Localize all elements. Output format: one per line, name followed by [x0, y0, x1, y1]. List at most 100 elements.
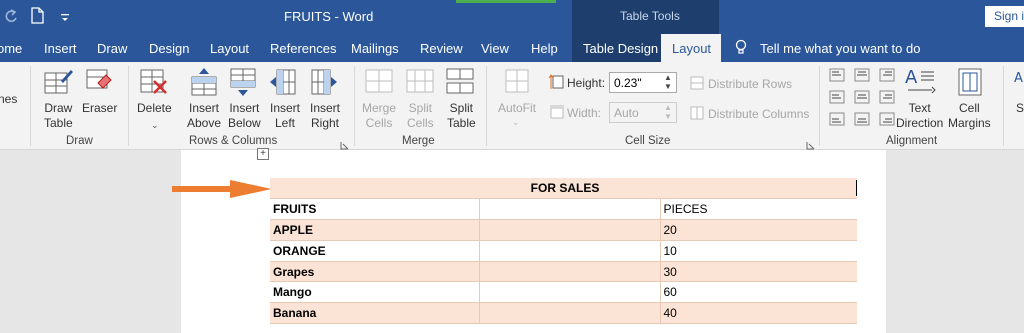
height-label: Height: — [567, 76, 606, 90]
table-cell[interactable]: 40 — [660, 302, 857, 325]
draw-table-icon[interactable] — [43, 67, 73, 102]
tab-layout-active[interactable]: Layout — [661, 34, 721, 62]
table-cell[interactable]: ORANGE — [270, 240, 480, 262]
table-cell[interactable] — [479, 281, 661, 304]
insert-right-line2: Right — [311, 116, 340, 130]
tab-review[interactable]: Review — [420, 41, 463, 56]
table-cell[interactable]: FRUITS — [270, 198, 480, 221]
draw-table-label: Draw Table — [44, 101, 73, 131]
draw-table-line2: Table — [44, 116, 73, 130]
split-cells-line2: Cells — [407, 116, 434, 130]
gridlines-label-clipped[interactable]: nes — [0, 92, 17, 107]
split-table-label: Split Table — [447, 101, 476, 131]
insert-right-label: Insert Right — [310, 101, 340, 131]
cell-margins-icon[interactable] — [957, 67, 983, 102]
table-cell[interactable] — [479, 219, 661, 241]
table-cell[interactable]: 20 — [660, 219, 857, 241]
table-cell[interactable] — [479, 240, 661, 262]
insert-below-label: Insert Below — [228, 101, 261, 131]
insert-below-line2: Below — [228, 116, 261, 130]
tab-insert[interactable]: Insert — [44, 41, 77, 56]
tab-table-design[interactable]: Table Design — [583, 41, 658, 56]
split-table-line1: Split — [449, 101, 474, 115]
sign-in-button[interactable]: Sign i — [985, 6, 1024, 27]
tab-design[interactable]: Design — [149, 41, 189, 56]
eraser-icon[interactable] — [86, 67, 112, 98]
table-cell[interactable]: APPLE — [270, 219, 480, 241]
tab-layout-doc[interactable]: Layout — [210, 41, 249, 56]
insert-below-icon[interactable] — [229, 67, 257, 102]
tab-references[interactable]: References — [270, 41, 336, 56]
separator — [354, 66, 355, 146]
chevron-down-icon[interactable]: ⌄ — [151, 120, 159, 131]
svg-text:A: A — [1014, 71, 1023, 86]
row-height-icon — [548, 74, 565, 95]
insert-right-icon[interactable] — [310, 67, 338, 102]
table-move-handle-icon[interactable]: + — [257, 148, 269, 160]
sort-icon[interactable]: A — [1014, 68, 1024, 97]
table-cell[interactable] — [479, 261, 661, 283]
insert-left-line2: Left — [275, 116, 296, 130]
table-row: FRUITS PIECES — [270, 198, 857, 221]
autofit-icon — [504, 67, 530, 100]
width-spinner-icon: ▲ ▼ — [664, 103, 672, 121]
distribute-rows-icon — [690, 76, 704, 95]
insert-above-icon[interactable] — [190, 67, 218, 102]
text-direction-icon[interactable]: A — [904, 66, 936, 101]
separator — [486, 66, 487, 146]
accent-strip — [456, 0, 556, 3]
separator — [30, 66, 31, 146]
table-header-row: FOR SALES — [270, 178, 857, 200]
eraser-label: Eraser — [82, 101, 118, 115]
split-cells-label: Split Cells — [407, 101, 434, 131]
draw-table-line1: Draw — [44, 101, 73, 115]
table-cell[interactable]: 10 — [660, 240, 857, 262]
insert-left-icon[interactable] — [269, 67, 297, 102]
autofit-label: AutoFit — [498, 101, 537, 115]
table-row: Grapes 30 — [270, 261, 857, 283]
table-cell[interactable]: 60 — [660, 281, 857, 304]
text-direction-line2: Direction — [896, 116, 944, 130]
tell-me-search[interactable]: Tell me what you want to do — [760, 41, 920, 56]
sort-label-clipped[interactable]: S — [1016, 101, 1024, 116]
document-title: FRUITS - Word — [284, 9, 374, 24]
merge-cells-icon — [364, 67, 394, 100]
group-cell-size-label: Cell Size — [625, 135, 671, 147]
table-cell[interactable]: Mango — [270, 281, 480, 304]
customize-toolbar-icon[interactable] — [60, 10, 70, 28]
tab-mailings[interactable]: Mailings — [351, 41, 399, 56]
table-cell[interactable]: PIECES — [660, 198, 857, 221]
tab-view[interactable]: View — [481, 41, 509, 56]
distribute-columns-icon — [690, 106, 704, 125]
redo-icon[interactable] — [4, 8, 18, 29]
insert-left-line1: Insert — [270, 101, 301, 115]
table-cell[interactable] — [479, 198, 661, 221]
distribute-rows-button: Distribute Rows — [708, 77, 793, 91]
group-draw-label: Draw — [66, 135, 93, 147]
table-cell[interactable]: Banana — [270, 302, 480, 325]
split-cells-icon — [405, 67, 435, 100]
delete-table-icon[interactable] — [139, 67, 169, 102]
tab-home[interactable]: ome — [0, 41, 22, 56]
tab-draw[interactable]: Draw — [97, 41, 127, 56]
table-row: ORANGE 10 — [270, 240, 857, 262]
height-spinner-icon[interactable]: ▲ ▼ — [664, 73, 672, 91]
tab-help[interactable]: Help — [531, 41, 558, 56]
width-label: Width: — [567, 106, 602, 120]
table-header-cell[interactable]: FOR SALES — [270, 178, 857, 200]
arrow-annotation-icon — [172, 180, 272, 203]
separator — [1003, 66, 1004, 146]
group-alignment-label: Alignment — [886, 135, 938, 147]
lightbulb-icon — [735, 39, 747, 61]
alignment-grid — [829, 67, 901, 131]
new-document-icon[interactable] — [31, 7, 44, 29]
tab-layout-label: Layout — [672, 41, 712, 56]
table-row: Banana 40 — [270, 302, 857, 325]
insert-right-line1: Insert — [310, 101, 341, 115]
table-cell[interactable] — [479, 302, 661, 325]
table-cell[interactable]: Grapes — [270, 261, 480, 283]
table-cell[interactable]: 30 — [660, 261, 857, 283]
split-table-icon[interactable] — [445, 67, 475, 100]
chevron-down-icon: ⌄ — [512, 117, 520, 127]
insert-left-label: Insert Left — [270, 101, 300, 131]
